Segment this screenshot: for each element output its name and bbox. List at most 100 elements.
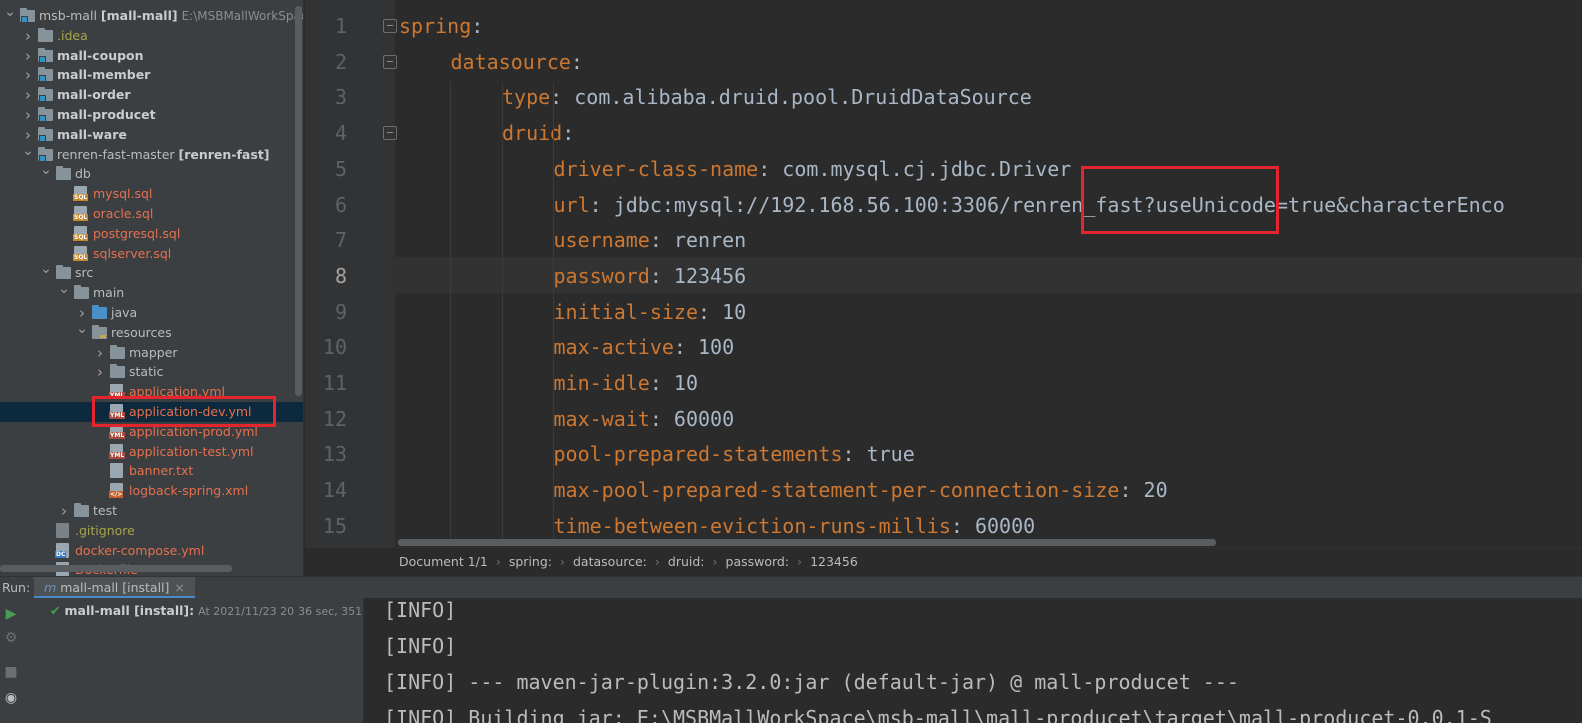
tree-item[interactable]: ⌄ msb-mall [mall-mall] E:\MSBMallWorkSpac…: [0, 4, 303, 26]
code-line[interactable]: max-active: 100: [554, 329, 735, 365]
chevron-down-icon[interactable]: ⌄: [22, 141, 34, 161]
project-tree-panel[interactable]: ⌄ msb-mall [mall-mall] E:\MSBMallWorkSpac…: [0, 0, 304, 576]
chevron-down-icon[interactable]: ⌄: [58, 279, 70, 299]
tree-item[interactable]: ⌄ db: [0, 162, 303, 184]
code-editor[interactable]: 1 2 3 4 5 6 7 8 9 10 11 12 13 14 15 spring: datasource:…: [305, 0, 1582, 547]
code-line[interactable]: max-pool-prepared-statement-per-connecti…: [554, 472, 1168, 508]
yml-file-icon: YML: [109, 443, 126, 459]
fold-marker-icon[interactable]: [383, 54, 397, 69]
tree-item[interactable]: banner.txt: [0, 461, 303, 481]
breadcrumb-separator: ›: [495, 554, 501, 569]
console-output[interactable]: [INFO] [INFO] [INFO] --- maven-jar-plugin:…: [365, 598, 1582, 723]
chevron-right-icon[interactable]: ›: [22, 85, 34, 105]
chevron-right-icon[interactable]: ›: [94, 362, 106, 382]
yaml-separator: :: [673, 335, 699, 360]
tree-item[interactable]: › .idea: [0, 26, 303, 46]
code-line[interactable]: datasource:: [451, 44, 583, 80]
tree-item[interactable]: SQL oracle.sql: [0, 204, 303, 224]
fold-marker-icon[interactable]: [383, 126, 397, 141]
folder-icon: [38, 87, 53, 103]
tree-item-label: sqlserver.sql: [93, 244, 171, 264]
xml-file-icon: </>: [109, 483, 124, 499]
code-line[interactable]: min-idle: 10: [554, 365, 699, 401]
tree-item-name: resources: [111, 324, 172, 340]
file-type-tag: SQL: [73, 194, 89, 202]
run-result-item[interactable]: ✔ mall-mall [install]: At 2021/11/23 20 3…: [50, 601, 382, 622]
breadcrumb-item[interactable]: druid:: [668, 554, 705, 569]
tree-item-name: .idea: [57, 27, 88, 43]
tree-item[interactable]: SQL postgresql.sql: [0, 224, 303, 244]
chevron-down-icon[interactable]: ⌄: [76, 319, 88, 339]
code-line[interactable]: spring:: [399, 8, 483, 44]
fold-marker-icon[interactable]: [383, 19, 397, 33]
tree-item[interactable]: ⌄ main: [0, 281, 303, 303]
chevron-down-icon[interactable]: ⌄: [40, 259, 52, 279]
code-line[interactable]: password: 123456: [554, 258, 747, 294]
toggle-offline-icon[interactable]: ⚙: [3, 630, 19, 646]
yaml-separator: :: [589, 192, 614, 217]
tree-item-name: msb-mall: [39, 8, 97, 23]
yaml-separator: :: [842, 442, 867, 467]
tree-item-name: mall-producet: [57, 107, 156, 122]
tree-item[interactable]: › mall-producet: [0, 105, 303, 125]
eye-icon[interactable]: ◉: [3, 690, 19, 706]
breadcrumb-item[interactable]: Document 1/1: [399, 554, 488, 569]
run-tab-label: mall-mall [install]: [60, 580, 170, 595]
run-tree[interactable]: ✔ mall-mall [install]: At 2021/11/23 20 3…: [22, 598, 382, 723]
tree-item[interactable]: › mapper: [0, 343, 303, 363]
line-number: 10: [322, 335, 347, 360]
line-number: 6: [334, 192, 347, 217]
code-line[interactable]: druid:: [502, 115, 574, 151]
line-number: 7: [334, 228, 347, 253]
rerun-icon[interactable]: ▶: [3, 606, 19, 622]
stop-icon[interactable]: ■: [3, 664, 19, 680]
folder-icon: [38, 47, 53, 63]
breadcrumb-item[interactable]: datasource:: [573, 554, 647, 569]
project-vertical-scrollbar[interactable]: [295, 6, 302, 396]
code-line[interactable]: initial-size: 10: [554, 294, 747, 330]
tree-item-label: mapper: [129, 343, 178, 363]
tree-item-label: static: [129, 362, 163, 382]
tree-item[interactable]: </> logback-spring.xml: [0, 481, 303, 501]
chevron-down-icon[interactable]: ⌄: [4, 2, 16, 22]
chevron-right-icon[interactable]: ›: [22, 65, 34, 85]
tree-item[interactable]: › mall-member: [0, 65, 303, 85]
tree-item[interactable]: › test: [0, 501, 303, 521]
annotation-highlight-file: [92, 396, 276, 427]
tree-item[interactable]: DC docker-compose.yml: [0, 541, 303, 561]
chevron-right-icon[interactable]: ›: [22, 46, 34, 66]
code-line[interactable]: max-wait: 60000: [554, 401, 735, 437]
txt-file-icon: [110, 463, 123, 479]
code-line[interactable]: type: com.alibaba.druid.pool.DruidDataSo…: [502, 79, 1032, 115]
yaml-key: datasource: [450, 49, 571, 74]
tree-item[interactable]: › java: [0, 303, 303, 323]
line-number: 5: [334, 156, 347, 181]
tree-item[interactable]: › mall-coupon: [0, 46, 303, 66]
tree-item[interactable]: ⌄ src: [0, 261, 303, 283]
close-icon[interactable]: ×: [174, 580, 184, 595]
run-tab[interactable]: m mall-mall [install] ×: [34, 577, 195, 599]
breadcrumb-item[interactable]: spring:: [509, 554, 552, 569]
code-line[interactable]: url: jdbc:mysql://192.168.56.100:3306/re…: [554, 187, 1505, 223]
breadcrumb-item[interactable]: password:: [726, 554, 790, 569]
chevron-down-icon[interactable]: ⌄: [40, 160, 52, 180]
chevron-right-icon[interactable]: ›: [22, 105, 34, 125]
tree-item[interactable]: SQL mysql.sql: [0, 184, 303, 204]
code-line[interactable]: pool-prepared-statements: true: [554, 436, 915, 472]
chevron-right-icon[interactable]: ›: [94, 343, 106, 363]
tree-item[interactable]: › static: [0, 362, 303, 382]
tree-item[interactable]: › mall-ware: [0, 125, 303, 145]
tree-item[interactable]: ⌄ resources: [0, 321, 303, 343]
breadcrumb-item[interactable]: 123456: [810, 554, 858, 569]
chevron-right-icon[interactable]: ›: [58, 501, 70, 521]
dc-file-icon: DC: [55, 542, 69, 558]
sql-file-icon: SQL: [73, 186, 89, 202]
project-horizontal-scrollbar[interactable]: [0, 565, 232, 572]
tree-item[interactable]: YML application-test.yml: [0, 442, 303, 462]
tree-item[interactable]: › mall-order: [0, 85, 303, 105]
tree-item[interactable]: .gitignore: [0, 521, 303, 541]
chevron-right-icon[interactable]: ›: [22, 26, 34, 46]
editor-horizontal-scrollbar[interactable]: [398, 539, 1216, 546]
code-line[interactable]: driver-class-name: com.mysql.cj.jdbc.Dri…: [554, 151, 1072, 187]
code-line[interactable]: username: renren: [554, 222, 747, 258]
